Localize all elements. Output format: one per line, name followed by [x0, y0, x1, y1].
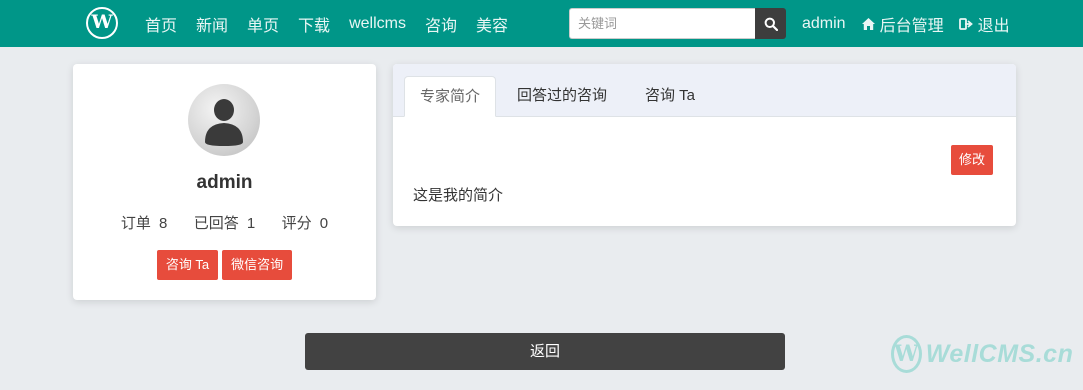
edit-button[interactable]: 修改 — [951, 145, 994, 175]
consult-button[interactable]: 咨询 Ta — [156, 250, 219, 280]
admin-link-label: 后台管理 — [879, 17, 944, 35]
user-nav: admin 后台管理 退出 — [802, 0, 1025, 47]
profile-actions: 咨询 Ta 微信咨询 — [73, 250, 376, 280]
back-button[interactable]: 返回 — [305, 333, 785, 370]
logout-link-label: 退出 — [977, 17, 1010, 35]
top-navbar: W 首页 新闻 单页 下载 wellcms 咨询 美容 admin 后台管理 — [0, 0, 1083, 47]
rating-value: 0 — [319, 215, 329, 232]
answered-count: 1 — [246, 215, 256, 232]
rating-label: 评分 — [281, 215, 312, 232]
nav-link-download[interactable]: 下载 — [298, 12, 330, 36]
tab-consult-ta[interactable]: 咨询 Ta — [645, 76, 695, 117]
orders-label: 订单 — [120, 215, 151, 232]
avatar — [188, 84, 260, 156]
nav-link-page[interactable]: 单页 — [247, 12, 279, 36]
nav-link-consult[interactable]: 咨询 — [425, 12, 457, 36]
logout-icon — [958, 17, 973, 30]
profile-tabs-panel: 专家简介 回答过的咨询 咨询 Ta 修改 这是我的简介 — [393, 64, 1016, 226]
nav-link-home[interactable]: 首页 — [145, 12, 177, 36]
wellcms-watermark: W WellCMS.cn — [891, 333, 1074, 375]
main-nav: 首页 新闻 单页 下载 wellcms 咨询 美容 — [145, 0, 527, 47]
profile-username: admin — [196, 172, 253, 193]
nav-link-news[interactable]: 新闻 — [196, 12, 228, 36]
user-silhouette-icon — [205, 99, 243, 146]
tab-answered-consults[interactable]: 回答过的咨询 — [517, 76, 607, 117]
nav-link-wellcms[interactable]: wellcms — [349, 15, 406, 33]
user-name: admin — [802, 14, 846, 32]
logout-link[interactable]: 退出 — [958, 12, 1010, 36]
intro-text: 这是我的简介 — [413, 187, 504, 204]
user-link[interactable]: admin — [802, 15, 846, 33]
search-input[interactable] — [569, 8, 755, 39]
tab-expert-intro[interactable]: 专家简介 — [404, 76, 497, 117]
nav-link-beauty[interactable]: 美容 — [476, 12, 508, 36]
site-logo[interactable]: W — [86, 7, 118, 39]
search-form — [569, 8, 786, 39]
search-button[interactable] — [755, 8, 786, 39]
search-icon — [764, 17, 778, 31]
profile-card: admin 订单 8 已回答 1 评分 0 咨询 Ta 微信咨询 — [73, 64, 376, 300]
admin-link[interactable]: 后台管理 — [861, 12, 944, 36]
orders-count: 8 — [159, 215, 168, 232]
watermark-text: WellCMS.cn — [925, 339, 1074, 368]
answered-label: 已回答 — [193, 215, 239, 232]
home-icon — [861, 17, 875, 30]
profile-stats: 订单 8 已回答 1 评分 0 — [73, 212, 376, 233]
tab-bar: 专家简介 回答过的咨询 咨询 Ta — [393, 64, 1016, 117]
watermark-logo: W — [891, 335, 922, 373]
wechat-consult-button[interactable]: 微信咨询 — [222, 250, 293, 280]
